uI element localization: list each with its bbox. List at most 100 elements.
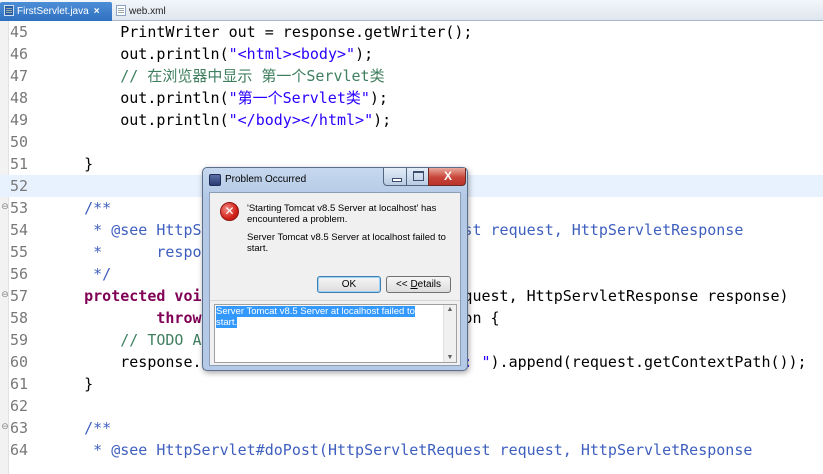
tab-firstservlet-java[interactable]: FirstServlet.java ×: [0, 2, 112, 21]
fold-toggle-icon: [0, 307, 10, 329]
code-token: ).append(request.getContextPath());: [490, 353, 807, 371]
details-scrollbar[interactable]: ▲ ▼: [443, 305, 456, 362]
line-number: 60: [10, 353, 29, 371]
line-number: 59: [10, 331, 29, 349]
line-number: 51: [10, 155, 29, 173]
code-text: */: [48, 263, 111, 285]
code-text: }: [48, 153, 93, 175]
code-token: "<html><body>": [228, 45, 356, 63]
fold-toggle-icon: [0, 219, 10, 241]
code-text: out.println("</body></html>");: [48, 109, 391, 131]
code-token: );: [373, 111, 392, 129]
fold-toggle-icon: [0, 351, 10, 373]
maximize-button[interactable]: [406, 168, 429, 186]
code-text: /**: [48, 197, 111, 219]
details-text: Server Tomcat v8.5 Server at localhost f…: [216, 306, 431, 328]
code-text: out.println("<html><body>");: [48, 43, 373, 65]
code-line[interactable]: ⊖ 63 /**: [0, 417, 823, 439]
eclipse-app-icon: [209, 174, 221, 186]
code-line[interactable]: 62: [0, 395, 823, 417]
code-token: "第一个Servlet类": [228, 89, 370, 107]
tab-label: FirstServlet.java: [17, 6, 89, 17]
fold-toggle-icon: [0, 43, 10, 65]
code-text: out.println("第一个Servlet类");: [48, 87, 388, 109]
code-token: );: [369, 89, 388, 107]
error-icon: ✕: [220, 202, 239, 221]
fold-toggle-icon: [0, 87, 10, 109]
scroll-up-icon[interactable]: ▲: [444, 306, 456, 313]
details-rest: etails: [417, 279, 442, 290]
scroll-down-icon[interactable]: ▼: [444, 354, 456, 361]
fold-toggle-icon: [0, 241, 10, 263]
code-token: /**: [48, 419, 112, 437]
details-mnemonic: D: [410, 279, 418, 290]
code-text: }: [48, 373, 93, 395]
details-button[interactable]: << Details: [386, 276, 451, 293]
dialog-title: Problem Occurred: [225, 174, 307, 185]
line-number: 49: [10, 111, 29, 129]
tab-label: web.xml: [129, 6, 166, 17]
problem-occurred-dialog: Problem Occurred X ✕ 'Starting Tomcat v8…: [202, 167, 468, 371]
code-token: protected void: [84, 287, 211, 305]
code-text: // 在浏览器中显示 第一个Servlet类: [48, 65, 385, 87]
code-token: * @see HttpServlet#doPost(HttpServletReq…: [48, 441, 753, 459]
close-button[interactable]: X: [428, 168, 466, 186]
code-line[interactable]: 47 // 在浏览器中显示 第一个Servlet类: [0, 65, 823, 87]
fold-toggle-icon: [0, 263, 10, 285]
fold-toggle-icon: [0, 439, 10, 461]
details-prefix: <<: [395, 279, 411, 290]
code-line[interactable]: 49 out.println("</body></html>");: [0, 109, 823, 131]
line-number: 63: [10, 419, 29, 437]
code-token: out.println(: [48, 45, 229, 63]
fold-toggle-icon: [0, 109, 10, 131]
fold-toggle-icon: [0, 395, 10, 417]
line-number: 55: [10, 243, 29, 261]
code-text: * @see HttpServlet#doPost(HttpServletReq…: [48, 439, 752, 461]
selected-details-text: Server Tomcat v8.5 Server at localhost f…: [216, 306, 415, 328]
code-line[interactable]: 64 * @see HttpServlet#doPost(HttpServlet…: [0, 439, 823, 461]
line-number: 53: [10, 199, 29, 217]
line-number: 48: [10, 89, 29, 107]
minimize-button[interactable]: [383, 168, 407, 186]
fold-toggle-icon[interactable]: ⊖: [0, 285, 10, 307]
tab-close-icon[interactable]: ×: [94, 6, 100, 17]
code-token: "</body></html>": [228, 111, 374, 129]
fold-toggle-icon: [0, 65, 10, 87]
line-number: 64: [10, 441, 29, 459]
code-line[interactable]: 46 out.println("<html><body>");: [0, 43, 823, 65]
line-number: 62: [10, 397, 29, 415]
code-token: */: [48, 265, 112, 283]
code-token: // 在浏览器中显示 第一个Servlet类: [48, 67, 385, 85]
code-token: );: [355, 45, 374, 63]
fold-toggle-icon: [0, 175, 10, 197]
close-icon: X: [443, 169, 452, 183]
tab-web-xml[interactable]: web.xml: [114, 2, 184, 21]
fold-toggle-icon: [0, 131, 10, 153]
error-message: 'Starting Tomcat v8.5 Server at localhos…: [247, 203, 437, 225]
code-token: PrintWriter out = response.getWriter();: [48, 23, 473, 41]
fold-toggle-icon: [0, 21, 10, 43]
code-line[interactable]: 50: [0, 131, 823, 153]
code-text: /**: [48, 417, 111, 439]
code-token: /**: [48, 199, 112, 217]
code-line[interactable]: 61 }: [0, 373, 823, 395]
code-token: }: [48, 155, 94, 173]
fold-toggle-icon: [0, 153, 10, 175]
ok-button[interactable]: OK: [317, 276, 381, 293]
line-number: 58: [10, 309, 29, 327]
line-number: 47: [10, 67, 29, 85]
code-text: PrintWriter out = response.getWriter();: [48, 21, 472, 43]
details-text-area[interactable]: Server Tomcat v8.5 Server at localhost f…: [214, 304, 457, 363]
fold-toggle-icon[interactable]: ⊖: [0, 417, 10, 439]
fold-toggle-icon: [0, 329, 10, 351]
line-number: 46: [10, 45, 29, 63]
code-line[interactable]: 45 PrintWriter out = response.getWriter(…: [0, 21, 823, 43]
java-file-icon: [4, 5, 14, 16]
fold-toggle-icon[interactable]: ⊖: [0, 197, 10, 219]
code-token: out.println(: [48, 111, 229, 129]
line-number: 57: [10, 287, 29, 305]
fold-toggle-icon: [0, 373, 10, 395]
line-number: 56: [10, 265, 29, 283]
code-line[interactable]: 48 out.println("第一个Servlet类");: [0, 87, 823, 109]
